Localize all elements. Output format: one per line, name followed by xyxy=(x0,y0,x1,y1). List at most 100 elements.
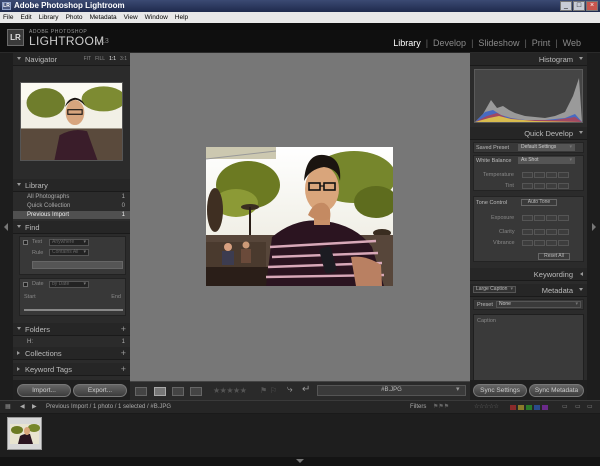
temperature-label: Temperature xyxy=(483,172,514,178)
saved-preset-dropdown[interactable]: Default Settings xyxy=(518,144,575,151)
menu-library[interactable]: Library xyxy=(39,12,59,23)
quick-develop-header[interactable]: Quick Develop xyxy=(470,127,587,140)
vibrance-buttons[interactable] xyxy=(522,240,569,246)
histogram-header[interactable]: Histogram xyxy=(470,53,587,66)
zoom-fill[interactable]: FILL xyxy=(95,53,105,66)
menu-file[interactable]: File xyxy=(3,12,13,23)
back-arrow-icon[interactable]: ◀ xyxy=(20,401,25,414)
menu-metadata[interactable]: Metadata xyxy=(90,12,117,23)
rating-stars[interactable]: ★★★★★ xyxy=(213,386,247,395)
export-button[interactable]: Export... xyxy=(73,384,127,397)
zoom-3-1[interactable]: 3:1 xyxy=(120,53,127,66)
filter-stars-icon[interactable]: ☆☆☆☆☆ xyxy=(474,401,499,414)
white-balance-dropdown[interactable]: As Shot xyxy=(518,157,575,164)
tint-buttons[interactable] xyxy=(522,183,569,189)
keywording-header[interactable]: Keywording xyxy=(470,268,587,281)
forward-arrow-icon[interactable]: ▶ xyxy=(32,401,37,414)
folders-header[interactable]: Folders + xyxy=(13,323,130,336)
loupe-view-icon[interactable] xyxy=(154,387,166,396)
sync-metadata-button[interactable]: Sync Metadata xyxy=(529,384,584,397)
menu-window[interactable]: Window xyxy=(145,12,168,23)
start-label: Start xyxy=(24,294,36,300)
menu-edit[interactable]: Edit xyxy=(20,12,31,23)
date-range-slider[interactable] xyxy=(24,309,123,311)
zoom-1-1[interactable]: 1:1 xyxy=(109,53,116,66)
rotate-left-icon[interactable]: ⤷ xyxy=(287,384,293,395)
text-scope-dropdown[interactable]: Anywhere xyxy=(49,239,89,246)
exposure-buttons[interactable] xyxy=(522,215,569,221)
library-item-all-photographs[interactable]: All Photographs 1 xyxy=(13,193,130,201)
reset-all-button[interactable]: Reset All xyxy=(538,253,570,260)
menu-view[interactable]: View xyxy=(124,12,138,23)
library-title: Library xyxy=(25,181,48,190)
main-photo[interactable] xyxy=(206,147,393,286)
filter-lock-icon[interactable]: ▭ xyxy=(562,401,568,414)
navigator-photo xyxy=(21,83,122,160)
add-folder-icon[interactable]: + xyxy=(121,323,126,336)
loupe-view[interactable] xyxy=(130,53,470,381)
library-item-quick-collection[interactable]: Quick Collection 0 xyxy=(13,202,130,210)
grid-toggle-icon[interactable]: ▦ xyxy=(5,401,11,414)
find-text-field[interactable] xyxy=(32,261,123,269)
add-keyword-icon[interactable]: + xyxy=(121,363,126,376)
reject-flag-icon[interactable]: ⚐ xyxy=(270,386,277,395)
survey-view-icon[interactable] xyxy=(190,387,202,396)
find-header[interactable]: Find xyxy=(13,221,130,234)
vibrance-label: Vibrance xyxy=(493,240,515,246)
library-item-previous-import[interactable]: Previous Import 1 xyxy=(13,211,130,219)
keyword-tags-title: Keyword Tags xyxy=(25,365,72,374)
filters-label: Filters xyxy=(410,404,427,410)
module-slideshow[interactable]: Slideshow xyxy=(478,38,519,48)
filename-field[interactable]: #B.JPG xyxy=(317,385,466,396)
folder-label: H: xyxy=(27,339,33,345)
left-panel-toggle[interactable] xyxy=(0,53,13,400)
module-web[interactable]: Web xyxy=(563,38,581,48)
grid-view-icon[interactable] xyxy=(135,387,147,396)
folders-title: Folders xyxy=(25,325,51,334)
zoom-fit[interactable]: FIT xyxy=(84,53,92,66)
import-button[interactable]: Import... xyxy=(17,384,71,397)
add-collection-icon[interactable]: + xyxy=(121,347,126,360)
temperature-buttons[interactable] xyxy=(522,172,569,178)
maximize-button[interactable]: □ xyxy=(573,1,585,11)
toolbar-options-icon[interactable]: ▾ xyxy=(456,385,460,393)
rule-dropdown[interactable]: Contains All xyxy=(49,249,89,256)
filmstrip xyxy=(0,414,600,457)
menu-photo[interactable]: Photo xyxy=(66,12,83,23)
date-checkbox[interactable] xyxy=(23,282,28,287)
module-print[interactable]: Print xyxy=(532,38,551,48)
sync-settings-button[interactable]: Sync Settings xyxy=(473,384,527,397)
metadata-view-dropdown[interactable]: Large Caption xyxy=(473,286,516,293)
histogram-curves xyxy=(475,78,582,122)
secondary-display-icon[interactable]: ▭ xyxy=(575,401,581,414)
flag-icon[interactable]: ⚑ xyxy=(260,386,267,395)
filmstrip-options-icon[interactable]: ▭ xyxy=(587,401,593,414)
collapsed-icon xyxy=(580,272,583,276)
date-dropdown[interactable]: by Date xyxy=(49,281,89,288)
compare-view-icon[interactable] xyxy=(172,387,184,396)
navigator-header[interactable]: Navigator FIT FILL 1:1 3:1 xyxy=(13,53,130,66)
close-button[interactable]: × xyxy=(586,1,598,11)
library-header[interactable]: Library xyxy=(13,179,130,192)
keyword-tags-header[interactable]: Keyword Tags + xyxy=(13,363,130,376)
window-title-bar: LR Adobe Photoshop Lightroom _ □ × xyxy=(0,0,600,12)
text-checkbox[interactable] xyxy=(23,240,28,245)
navigator-preview[interactable] xyxy=(20,82,123,161)
folder-item-h[interactable]: H: 1 xyxy=(13,338,130,346)
metadata-preset-dropdown[interactable]: None xyxy=(496,301,581,308)
minimize-button[interactable]: _ xyxy=(560,1,572,11)
filmstrip-toggle[interactable] xyxy=(0,457,600,466)
filter-flags-icon[interactable]: ⚑⚑⚑ xyxy=(433,401,449,414)
rotate-right-icon[interactable]: ↵ xyxy=(302,384,310,395)
color-label-filters[interactable] xyxy=(510,405,548,410)
filmstrip-breadcrumb[interactable]: Previous Import / 1 photo / 1 selected /… xyxy=(46,401,171,414)
clarity-buttons[interactable] xyxy=(522,229,569,235)
menu-help[interactable]: Help xyxy=(175,12,188,23)
module-develop[interactable]: Develop xyxy=(433,38,466,48)
auto-tone-button[interactable]: Auto Tone xyxy=(521,199,557,206)
collections-header[interactable]: Collections + xyxy=(13,347,130,360)
filmstrip-thumbnail[interactable] xyxy=(7,417,42,450)
metadata-header[interactable]: Large Caption Metadata xyxy=(470,284,587,297)
right-panel-toggle[interactable] xyxy=(587,53,600,400)
module-library[interactable]: Library xyxy=(393,38,421,48)
